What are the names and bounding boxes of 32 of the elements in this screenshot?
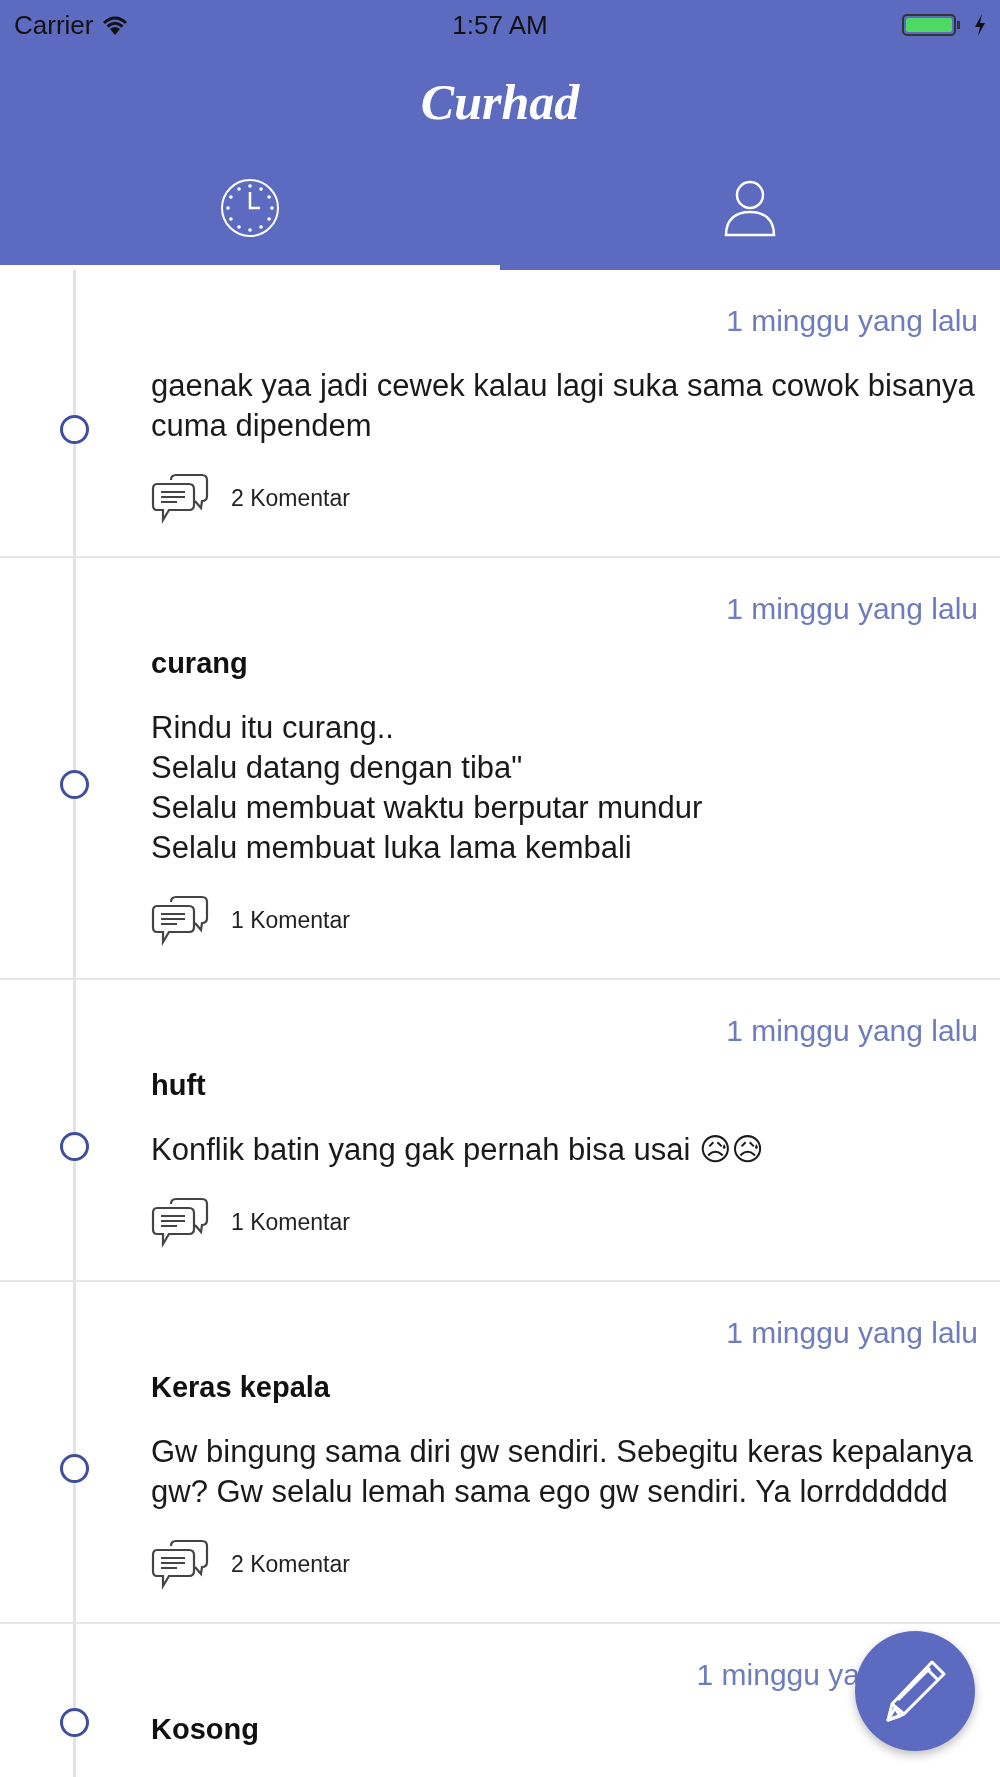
post-title: Keras kepala <box>151 1370 331 1405</box>
person-icon <box>724 178 776 237</box>
post-time: 1 minggu yang lalu <box>726 304 978 337</box>
charging-icon <box>974 14 986 36</box>
post-text: Gw bingung sama diri gw sendiri. Sebegitu keras kepalanya gw? Gw selalu lemah sama ego gw sendiri. Ya lorrdddddd <box>151 1433 974 1511</box>
comment-count[interactable]: 2 Komentar <box>231 1550 350 1578</box>
comments-icon <box>151 1538 209 1590</box>
post-text: gaenak yaa jadi cewek kalau lagi suka sama cowok bisanya cuma dipendem <box>151 367 976 445</box>
clock-icon <box>220 177 280 238</box>
clock-time: 1:57 AM <box>452 9 548 41</box>
comments-icon <box>151 472 209 524</box>
comments-icon <box>151 894 209 946</box>
comment-count[interactable]: 2 Komentar <box>231 484 350 512</box>
post-time: 1 minggu yang lalu <box>726 1316 978 1349</box>
post-time: 1 minggu yang lalu <box>726 1014 978 1047</box>
wifi-icon <box>101 15 130 35</box>
comment-count[interactable]: 1 Komentar <box>231 1208 350 1236</box>
timeline-dot <box>60 1132 89 1161</box>
comment-count[interactable]: 1 Komentar <box>231 906 350 934</box>
timeline-dot <box>60 1454 89 1483</box>
post-text: Rindu itu curang.. Selalu datang dengan tiba" Selalu membuat waktu berputar mundur Selalu membuat luka lama kembali <box>151 709 704 867</box>
carrier-label: Carrier <box>14 9 94 41</box>
post-title: huft <box>151 1068 207 1103</box>
post-time: 1 minggu yang lalu <box>726 592 978 625</box>
app-title: Curhad <box>420 74 580 130</box>
timeline-dot <box>60 1707 89 1737</box>
post-text: Konflik batin yang gak pernah bisa usai 😥😥 <box>151 1131 765 1169</box>
timeline-dot <box>60 415 89 444</box>
comments-icon <box>151 1196 209 1248</box>
timeline-dot <box>60 770 89 799</box>
post-title: curang <box>151 646 249 681</box>
post-title: Kosong <box>151 1712 260 1747</box>
